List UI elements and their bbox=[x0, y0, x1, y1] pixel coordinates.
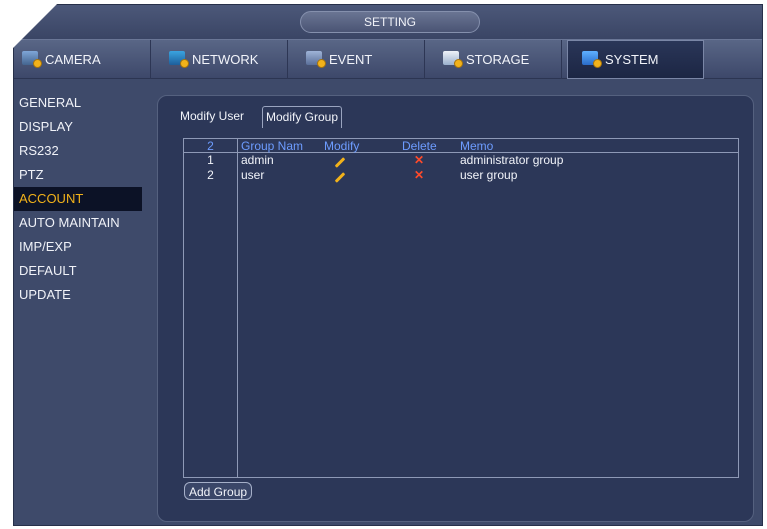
delete-button[interactable]: ✕ bbox=[414, 168, 424, 183]
column-divider bbox=[237, 139, 238, 477]
tab-storage[interactable]: STORAGE bbox=[425, 40, 562, 79]
row-number: 1 bbox=[207, 153, 214, 167]
event-gear-icon bbox=[306, 51, 326, 68]
sidebar-item-account[interactable]: ACCOUNT bbox=[14, 187, 142, 211]
tab-event[interactable]: EVENT bbox=[288, 40, 425, 79]
sidebar-item-general[interactable]: GENERAL bbox=[14, 91, 142, 115]
subtab-modify-user[interactable]: Modify User bbox=[180, 106, 244, 127]
header-group-name[interactable]: Group Nam bbox=[241, 139, 303, 153]
window-title: SETTING bbox=[300, 11, 480, 33]
delete-x-icon[interactable]: ✕ bbox=[414, 168, 424, 183]
table-row[interactable]: 1 admin ✕ administrator group bbox=[184, 153, 738, 168]
pencil-icon[interactable] bbox=[334, 172, 346, 183]
delete-button[interactable]: ✕ bbox=[414, 153, 424, 168]
tab-label: NETWORK bbox=[192, 52, 259, 67]
header-delete: Delete bbox=[402, 139, 437, 153]
camera-gear-icon bbox=[22, 51, 42, 68]
header-memo: Memo bbox=[460, 139, 494, 153]
modify-button[interactable] bbox=[334, 168, 346, 183]
tab-label: EVENT bbox=[329, 52, 373, 67]
group-memo: administrator group bbox=[460, 153, 564, 167]
sidebar-item-rs232[interactable]: RS232 bbox=[14, 139, 142, 163]
group-memo: user group bbox=[460, 168, 518, 182]
row-number: 2 bbox=[207, 168, 214, 182]
group-table: 2 Group Nam Modify Delete Memo 1 admin ✕… bbox=[183, 138, 739, 478]
group-name: admin bbox=[241, 153, 274, 167]
sidebar-item-update[interactable]: UPDATE bbox=[14, 283, 142, 307]
header-count: 2 bbox=[207, 139, 214, 153]
table-header: 2 Group Nam Modify Delete Memo bbox=[184, 139, 738, 153]
sidebar-item-auto-maintain[interactable]: AUTO MAINTAIN bbox=[14, 211, 142, 235]
tab-label: STORAGE bbox=[466, 52, 530, 67]
settings-window: SETTING CAMERA NETWORK EVENT STORAGE SYS… bbox=[13, 4, 763, 526]
sidebar: GENERAL DISPLAY RS232 PTZ ACCOUNT AUTO M… bbox=[14, 91, 146, 307]
system-gear-icon bbox=[582, 51, 602, 68]
network-gear-icon bbox=[169, 51, 189, 68]
sidebar-item-ptz[interactable]: PTZ bbox=[14, 163, 142, 187]
pencil-icon[interactable] bbox=[334, 157, 346, 168]
add-group-button[interactable]: Add Group bbox=[184, 482, 253, 500]
modify-button[interactable] bbox=[334, 153, 346, 168]
tab-label: SYSTEM bbox=[605, 52, 659, 67]
tab-system[interactable]: SYSTEM bbox=[567, 40, 704, 79]
title-bar: SETTING bbox=[14, 5, 762, 39]
tab-label: CAMERA bbox=[45, 52, 101, 67]
sidebar-item-default[interactable]: DEFAULT bbox=[14, 259, 142, 283]
storage-gear-icon bbox=[443, 51, 463, 68]
group-name: user bbox=[241, 168, 265, 182]
tab-network[interactable]: NETWORK bbox=[151, 40, 288, 79]
account-panel: Modify User Modify Group 2 Group Nam Mod… bbox=[157, 95, 754, 522]
delete-x-icon[interactable]: ✕ bbox=[414, 153, 424, 168]
table-row[interactable]: 2 user ✕ user group bbox=[184, 168, 738, 183]
main-tab-bar: CAMERA NETWORK EVENT STORAGE SYSTEM bbox=[14, 39, 762, 79]
sidebar-item-imp-exp[interactable]: IMP/EXP bbox=[14, 235, 142, 259]
corner-watermark bbox=[0, 0, 60, 50]
subtab-modify-group[interactable]: Modify Group bbox=[262, 106, 343, 128]
sidebar-item-display[interactable]: DISPLAY bbox=[14, 115, 142, 139]
header-modify: Modify bbox=[324, 139, 360, 153]
